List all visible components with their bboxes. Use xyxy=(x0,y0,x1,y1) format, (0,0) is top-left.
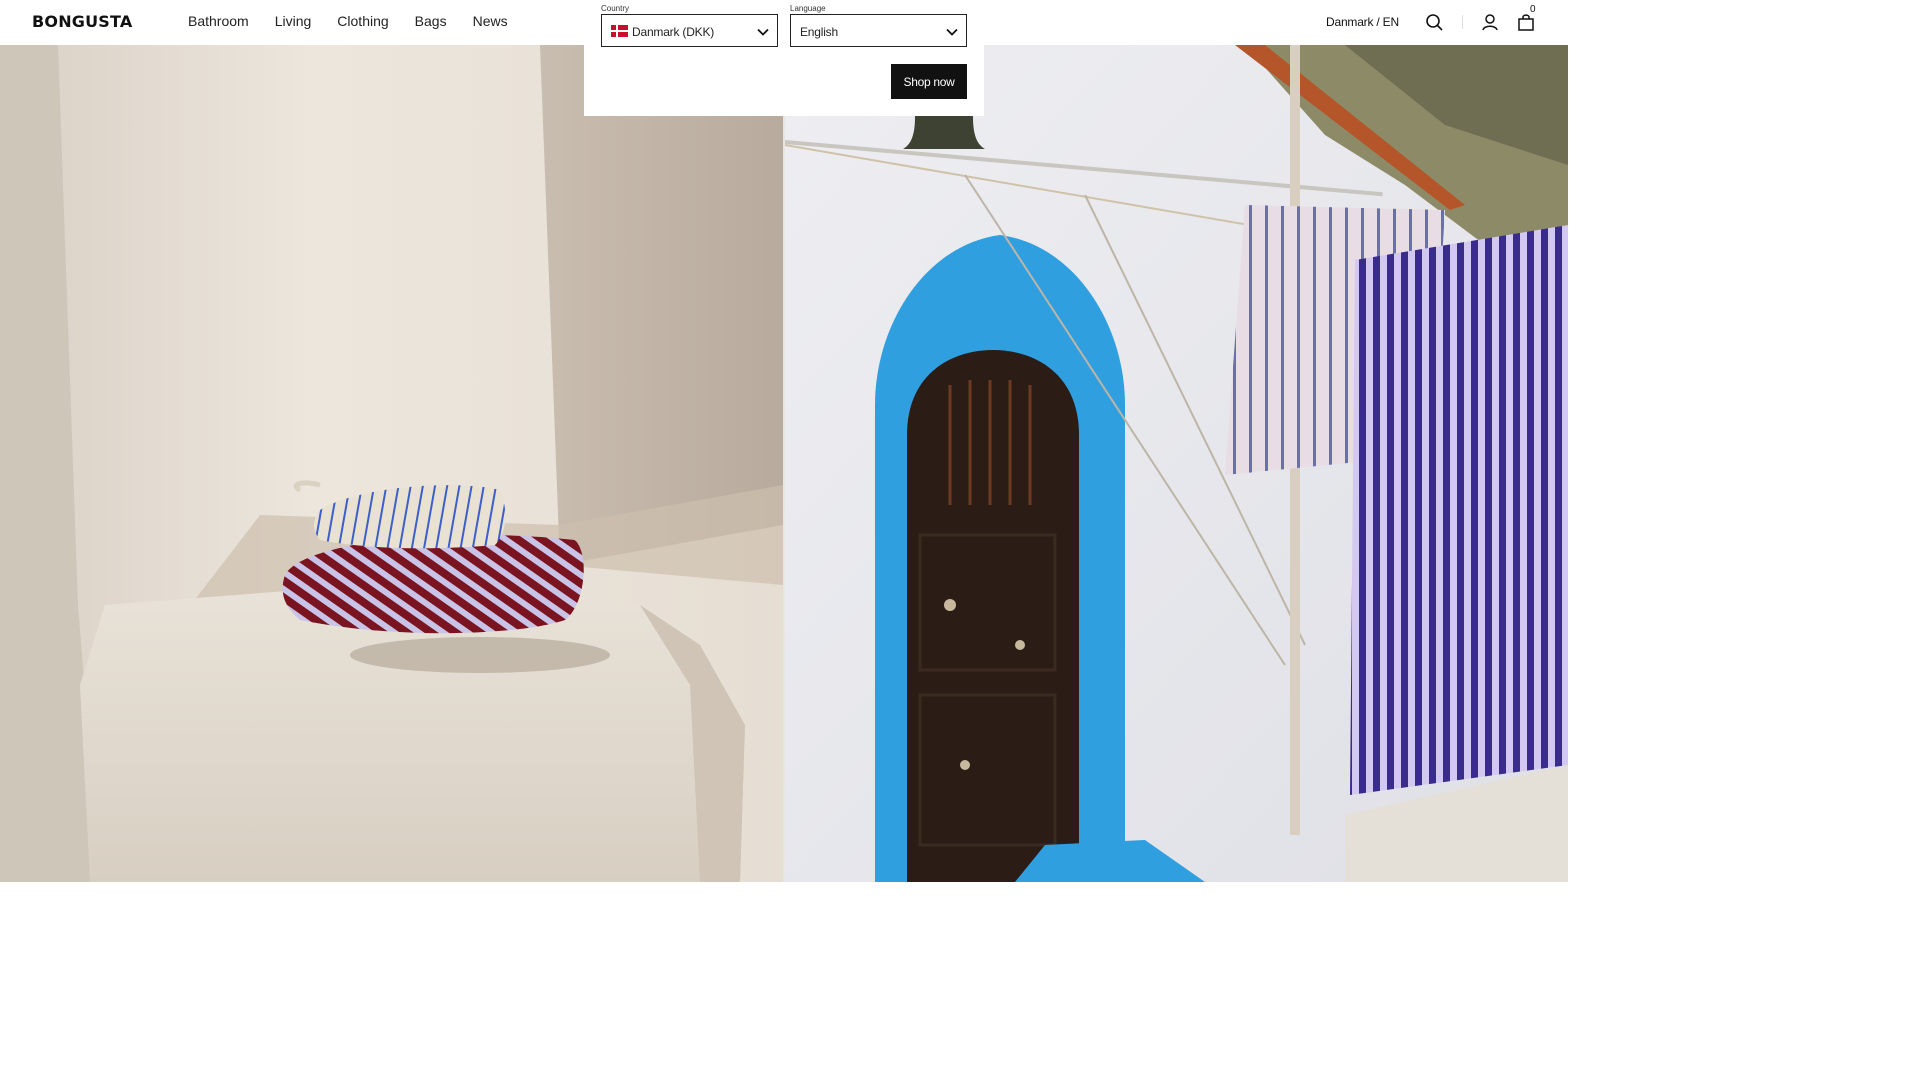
header-divider xyxy=(1462,15,1463,29)
brand-logo[interactable]: BONGUSTA xyxy=(32,12,133,31)
country-label: Country xyxy=(601,4,630,13)
language-label: Language xyxy=(790,4,826,13)
chevron-down-icon xyxy=(757,28,769,36)
search-icon[interactable] xyxy=(1425,13,1443,31)
country-language-popup: Country Danmark (DKK) Language English S… xyxy=(584,0,984,116)
locale-switcher[interactable]: Danmark / EN xyxy=(1326,15,1399,29)
main-nav: Bathroom Living Clothing Bags News xyxy=(188,13,534,29)
nav-item-bags[interactable]: Bags xyxy=(415,13,447,29)
nav-item-clothing[interactable]: Clothing xyxy=(337,13,388,29)
account-icon[interactable] xyxy=(1481,13,1499,31)
nav-item-bathroom[interactable]: Bathroom xyxy=(188,13,249,29)
country-select-value: Danmark (DKK) xyxy=(632,25,715,39)
shop-now-button[interactable]: Shop now xyxy=(891,64,967,99)
country-select[interactable]: Danmark (DKK) xyxy=(601,14,778,47)
hero-section xyxy=(0,45,1568,882)
nav-item-living[interactable]: Living xyxy=(275,13,312,29)
hero-image-towels-on-wall[interactable] xyxy=(0,45,783,882)
denmark-flag-icon xyxy=(611,25,628,37)
bag-icon[interactable] xyxy=(1517,13,1535,31)
hero-image-blue-door[interactable] xyxy=(785,45,1568,882)
cart-count-badge: 0 xyxy=(1530,4,1536,15)
language-select-value: English xyxy=(800,25,838,39)
chevron-down-icon xyxy=(946,28,958,36)
language-select[interactable]: English xyxy=(790,14,967,47)
nav-item-news[interactable]: News xyxy=(473,13,508,29)
